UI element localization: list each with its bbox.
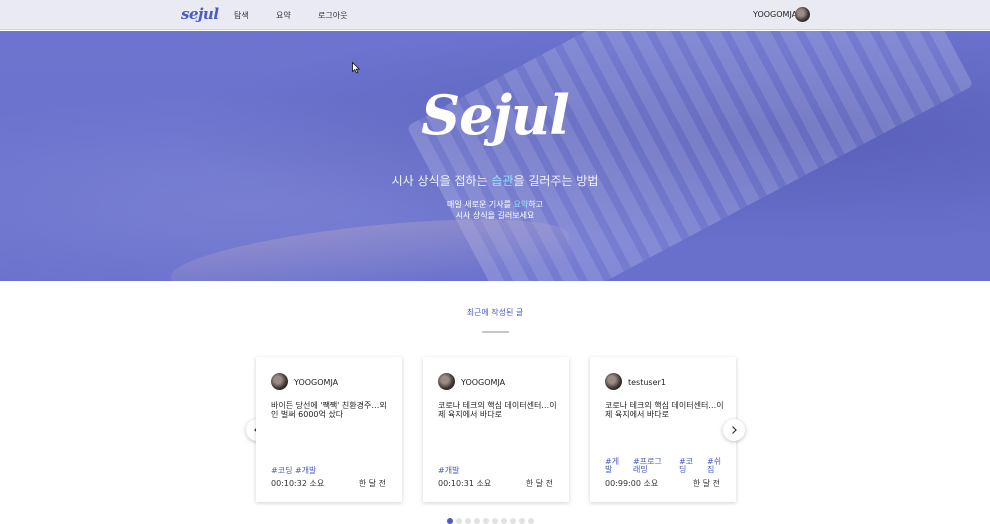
pagination-dot[interactable]: [519, 518, 525, 524]
card-time: 한 달 전: [525, 479, 553, 488]
pagination-dot[interactable]: [474, 518, 480, 524]
carousel-next-button[interactable]: [723, 419, 745, 441]
hero-subtext-part: 매일 새로운 기사를: [447, 200, 514, 209]
tag-chip[interactable]: #프로그래밍: [633, 458, 669, 474]
avatar: [605, 373, 622, 390]
hero-banner: Sejul 시사 상식을 접하는 습관을 길러주는 방법 매일 새로운 기사를 …: [0, 31, 990, 281]
nav-link-explore[interactable]: 탐색: [234, 10, 249, 21]
nav-logo[interactable]: sejul: [181, 5, 219, 23]
card-time: 한 달 전: [692, 479, 720, 488]
hero-subtext-line2: 시사 상식을 길러보세요: [455, 211, 535, 220]
hero-tagline: 시사 상식을 접하는 습관을 길러주는 방법: [0, 172, 990, 189]
tag-chip[interactable]: #게발: [605, 458, 623, 474]
post-card[interactable]: YOOGOMJA 코로나 테크의 핵심 데이터센터…이제 육지에서 바다로 #개…: [423, 357, 569, 502]
nav-username[interactable]: YOOGOMJA: [753, 10, 797, 19]
card-time: 한 달 전: [358, 479, 386, 488]
card-tags[interactable]: #코딩 #개발: [271, 465, 391, 476]
pagination-dot[interactable]: [501, 518, 507, 524]
card-author: YOOGOMJA: [461, 378, 506, 387]
recent-posts-title: 최근에 작성된 글: [466, 308, 524, 317]
section-divider: [482, 331, 509, 333]
hero-tagline-part: 시사 상식을 접하는: [391, 174, 492, 188]
hero-tagline-part: 을 길러주는 방법: [513, 174, 599, 188]
hero-tagline-highlight: 습관: [491, 174, 514, 188]
pagination-dot[interactable]: [447, 518, 453, 524]
post-card[interactable]: testuser1 코로나 테크의 핵심 데이터센터…이제 육지에서 바다로 #…: [590, 357, 736, 502]
mouse-cursor-icon: [352, 62, 360, 74]
card-author: testuser1: [628, 378, 666, 387]
avatar: [271, 373, 288, 390]
pagination-dot[interactable]: [465, 518, 471, 524]
hero-subtext-part: 하고: [528, 200, 543, 209]
card-title[interactable]: 코로나 테크의 핵심 데이터센터…이제 육지에서 바다로: [438, 401, 558, 419]
pagination-dot[interactable]: [492, 518, 498, 524]
avatar: [438, 373, 455, 390]
nav-avatar[interactable]: [795, 7, 810, 22]
top-nav: sejul 탐색 요약 로그아웃 YOOGOMJA: [0, 0, 990, 30]
hero-logo: Sejul: [421, 83, 570, 147]
pagination-dot[interactable]: [528, 518, 534, 524]
hero-subtext-highlight: 요약: [513, 200, 529, 209]
card-duration: 00:10:31 소요: [438, 479, 492, 488]
pagination-dot[interactable]: [510, 518, 516, 524]
pagination-dot[interactable]: [456, 518, 462, 524]
card-duration: 00:10:32 소요: [271, 479, 325, 488]
card-tags: #게발 #프로그래밍 #코딩 #쉬짐: [605, 458, 725, 474]
tag-chip[interactable]: #쉬짐: [707, 458, 725, 474]
card-title[interactable]: 코로나 테크의 핵심 데이터센터…이제 육지에서 바다로: [605, 401, 725, 419]
carousel-pagination: [447, 518, 534, 524]
tag-chip[interactable]: #코딩: [679, 458, 697, 474]
card-author: YOOGOMJA: [294, 378, 339, 387]
chevron-right-icon: [732, 426, 737, 434]
card-duration: 00:99:00 소요: [605, 479, 659, 488]
card-title[interactable]: 바이든 당선에 '짹짹' 친환경주…외인 벌써 6000억 샀다: [271, 401, 391, 419]
pagination-dot[interactable]: [483, 518, 489, 524]
post-card[interactable]: YOOGOMJA 바이든 당선에 '짹짹' 친환경주…외인 벌써 6000억 샀…: [256, 357, 402, 502]
card-tags[interactable]: #개발: [438, 465, 558, 476]
nav-link-logout[interactable]: 로그아웃: [318, 10, 347, 21]
hero-subtext-line1: 매일 새로운 기사를 요약하고: [0, 199, 990, 210]
nav-link-summary[interactable]: 요약: [276, 10, 291, 21]
